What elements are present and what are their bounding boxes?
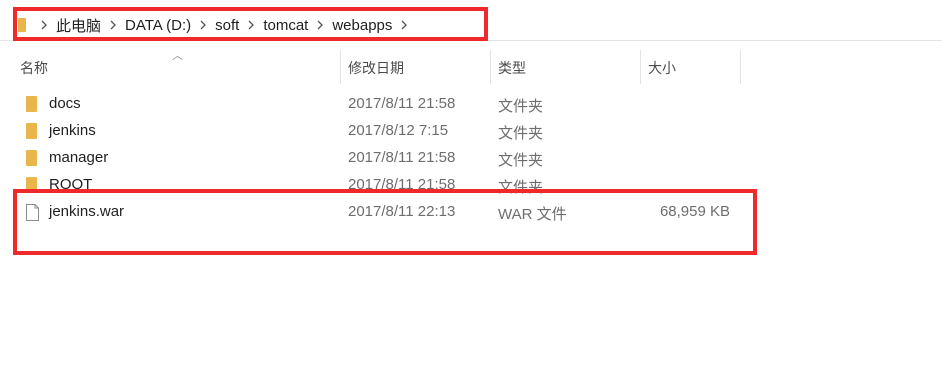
column-header: ︿ 名称 修改日期 类型 大小 [0, 48, 760, 86]
breadcrumb-item-data-drive[interactable]: DATA (D:) [123, 17, 193, 34]
breadcrumb-item-tomcat[interactable]: tomcat [261, 17, 310, 34]
breadcrumb-item-this-pc[interactable]: 此电脑 [54, 15, 103, 36]
file-icon [26, 204, 39, 221]
folder-icon [26, 177, 37, 193]
column-divider[interactable] [340, 50, 341, 84]
file-type: WAR 文件 [498, 206, 567, 223]
breadcrumb: 此电脑 DATA (D:) soft tomcat webapps [34, 15, 414, 35]
list-item[interactable]: manager 2017/8/11 21:58 文件夹 [0, 145, 760, 172]
list-item[interactable]: jenkins.war 2017/8/11 22:13 WAR 文件 68,95… [0, 199, 760, 226]
file-type: 文件夹 [498, 125, 544, 142]
column-divider[interactable] [490, 50, 491, 84]
column-type[interactable]: 类型 [498, 58, 526, 78]
file-modified: 2017/8/11 21:58 [348, 176, 456, 193]
file-name: jenkins.war [49, 203, 125, 220]
chevron-right-icon[interactable] [103, 20, 123, 30]
file-size: 68,959 KB [659, 203, 730, 220]
chevron-right-icon[interactable] [394, 20, 414, 30]
file-type: 文件夹 [498, 98, 544, 115]
column-divider[interactable] [740, 50, 741, 84]
file-name: manager [49, 149, 109, 166]
chevron-right-icon[interactable] [193, 20, 213, 30]
column-size[interactable]: 大小 [648, 58, 676, 78]
column-divider[interactable] [640, 50, 641, 84]
chevron-right-icon[interactable] [241, 20, 261, 30]
list-item[interactable]: jenkins 2017/8/12 7:15 文件夹 [0, 118, 760, 145]
breadcrumb-item-soft[interactable]: soft [213, 17, 241, 34]
file-type: 文件夹 [498, 152, 544, 169]
list-item[interactable]: ROOT 2017/8/11 21:58 文件夹 [0, 172, 760, 199]
folder-icon [26, 96, 37, 112]
chevron-right-icon[interactable] [310, 20, 330, 30]
file-name: docs [49, 95, 81, 112]
file-type: 文件夹 [498, 179, 544, 196]
file-name: jenkins [49, 122, 96, 139]
file-name: ROOT [49, 176, 93, 193]
file-modified: 2017/8/11 21:58 [348, 149, 456, 166]
file-modified: 2017/8/12 7:15 [348, 122, 449, 139]
list-item[interactable]: docs 2017/8/11 21:58 文件夹 [0, 91, 760, 118]
column-name[interactable]: 名称 [20, 58, 48, 78]
file-modified: 2017/8/11 21:58 [348, 95, 456, 112]
breadcrumb-item-webapps[interactable]: webapps [330, 17, 394, 34]
sort-ascending-icon: ︿ [172, 50, 183, 62]
folder-icon [18, 18, 26, 32]
folder-icon [26, 150, 37, 166]
chevron-right-icon[interactable] [34, 20, 54, 30]
column-modified[interactable]: 修改日期 [348, 58, 404, 78]
file-modified: 2017/8/11 22:13 [348, 203, 456, 220]
folder-icon [26, 123, 37, 139]
address-bar[interactable]: 此电脑 DATA (D:) soft tomcat webapps [0, 8, 942, 41]
